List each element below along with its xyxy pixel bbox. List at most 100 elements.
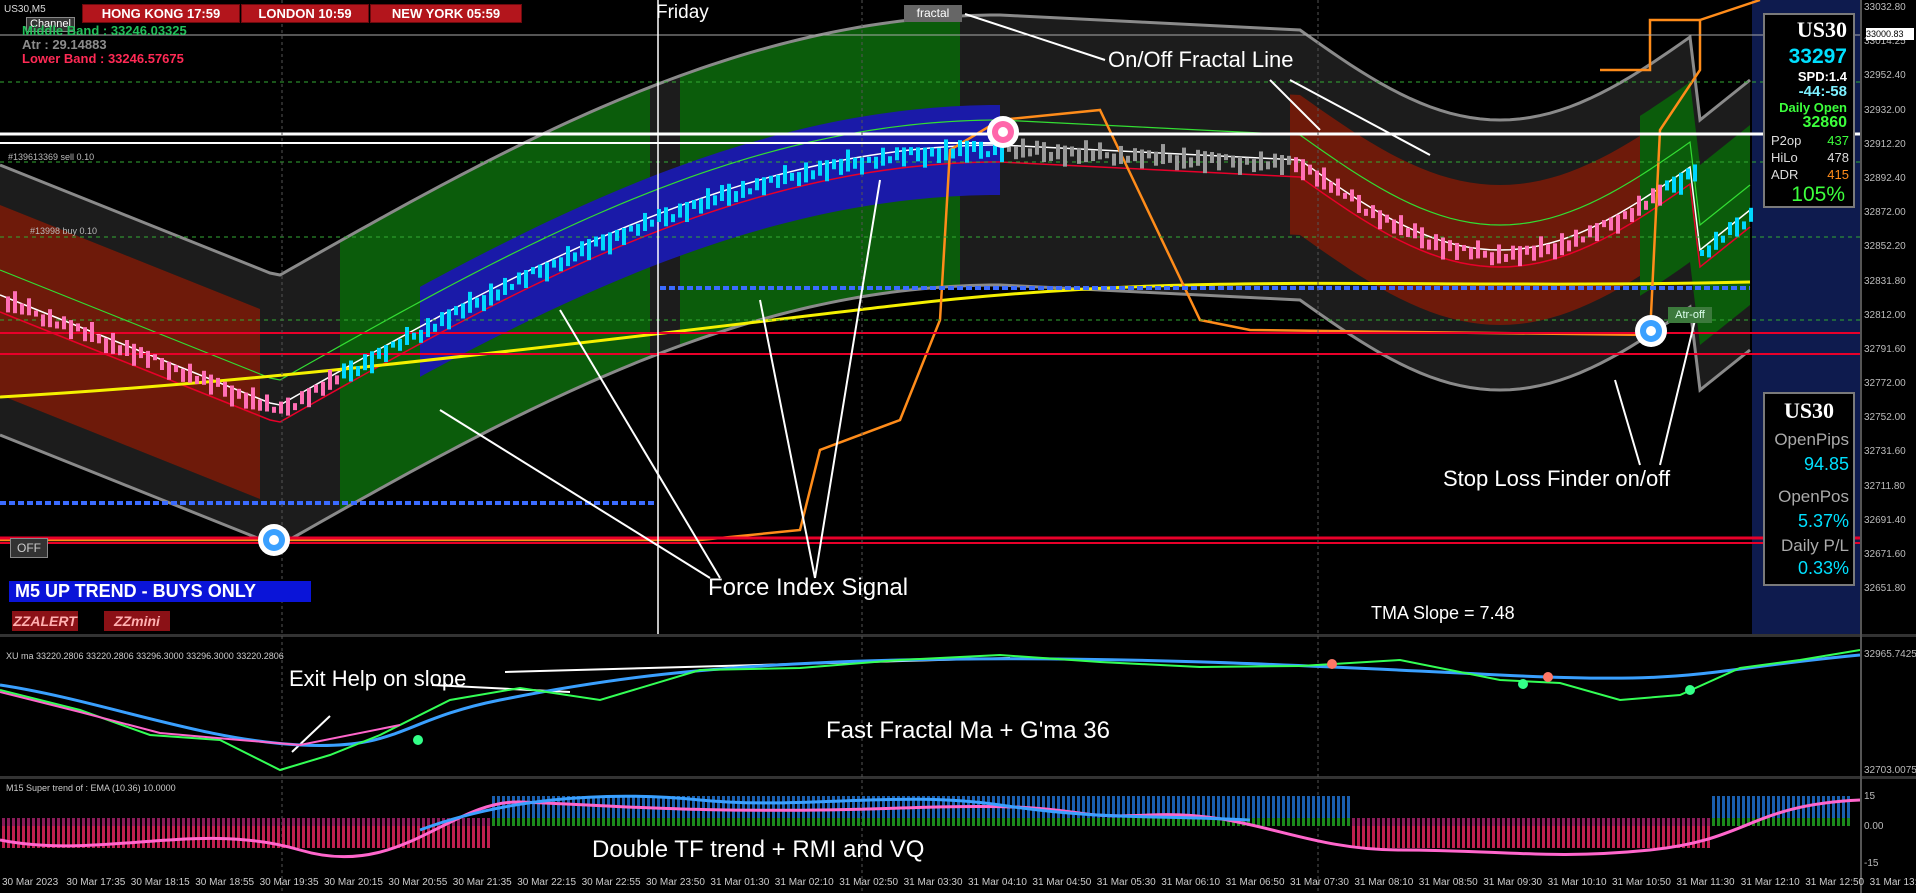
candle xyxy=(314,384,318,393)
trend-histogram-bar xyxy=(307,818,310,826)
trend-histogram-bar xyxy=(812,796,815,818)
trend-histogram-bar xyxy=(32,818,35,826)
trend-histogram-bar xyxy=(1357,818,1360,826)
trend-histogram-bar xyxy=(1337,796,1340,818)
trend-histogram-bar xyxy=(862,818,865,826)
price-chart[interactable] xyxy=(0,0,1916,893)
candle xyxy=(1126,155,1130,163)
tma-slope-text: TMA Slope = 7.48 xyxy=(1371,603,1515,623)
trend-histogram-bar xyxy=(1587,826,1590,848)
fractal-button[interactable]: fractal xyxy=(904,5,962,22)
chart-window[interactable] xyxy=(0,0,1916,893)
candle xyxy=(265,394,269,412)
trend-histogram-bar xyxy=(317,826,320,848)
trend-histogram-bar xyxy=(1802,818,1805,826)
trend-histogram-bar xyxy=(987,818,990,826)
trend-histogram-bar xyxy=(1682,818,1685,826)
panel-daily-open: 32860 xyxy=(1802,114,1848,131)
trend-histogram-bar xyxy=(1032,818,1035,826)
trend-histogram-bar xyxy=(142,826,145,848)
candle xyxy=(685,202,689,223)
trend-histogram-bar xyxy=(87,818,90,826)
trend-histogram-bar xyxy=(957,818,960,826)
candle xyxy=(1665,180,1669,191)
trend-histogram-bar xyxy=(147,826,150,848)
trend-histogram-bar xyxy=(1422,818,1425,826)
candle xyxy=(1035,140,1039,155)
candle xyxy=(1630,208,1634,223)
trend-histogram-bar xyxy=(237,826,240,848)
candle xyxy=(1224,154,1228,161)
trend-histogram-bar xyxy=(857,818,860,826)
time-axis-label: 31 Mar 02:50 xyxy=(839,877,899,888)
trend-histogram-bar xyxy=(762,796,765,818)
off-button[interactable]: OFF xyxy=(10,538,48,558)
trend-histogram-bar xyxy=(772,818,775,826)
trend-histogram-bar xyxy=(1132,818,1135,826)
trend-histogram-bar xyxy=(472,818,475,826)
trend-histogram-bar xyxy=(297,818,300,826)
candle xyxy=(1343,192,1347,199)
trend-histogram-bar xyxy=(497,818,500,826)
trend-histogram-bar xyxy=(252,826,255,848)
trend-histogram-bar xyxy=(1297,796,1300,818)
trend-histogram-bar xyxy=(1512,818,1515,826)
candle xyxy=(1518,246,1522,267)
atr-off-button[interactable]: Atr-off xyxy=(1668,307,1712,323)
trend-histogram-bar xyxy=(1472,818,1475,826)
trend-histogram-bar xyxy=(1667,818,1670,826)
trend-histogram-bar xyxy=(1052,796,1055,818)
trend-histogram-bar xyxy=(1372,826,1375,848)
candle xyxy=(1651,188,1655,204)
trend-histogram-bar xyxy=(587,818,590,826)
zzmini-button[interactable]: ZZmini xyxy=(104,611,170,631)
trend-histogram-bar xyxy=(1622,818,1625,826)
time-axis-label: 31 Mar 09:30 xyxy=(1483,877,1543,888)
trend-histogram-bar xyxy=(842,796,845,818)
trend-histogram-bar xyxy=(1597,826,1600,848)
candle xyxy=(489,283,493,306)
trend-histogram-bar xyxy=(1377,826,1380,848)
trend-histogram-bar xyxy=(1107,818,1110,826)
trend-histogram-bar xyxy=(237,818,240,826)
candle xyxy=(188,363,192,383)
trend-histogram-bar xyxy=(382,826,385,848)
price-axis-label: 32852.20 xyxy=(1864,241,1906,252)
trend-histogram-bar xyxy=(1402,826,1405,848)
candle xyxy=(426,318,430,338)
trend-histogram-bar xyxy=(1807,818,1810,826)
panel-row-value: 415 xyxy=(1827,167,1849,182)
candle xyxy=(1560,233,1564,256)
price-axis-label: 32932.00 xyxy=(1864,105,1906,116)
trend-histogram-bar xyxy=(697,818,700,826)
trend-histogram-bar xyxy=(1267,818,1270,826)
zzalert-button[interactable]: ZZALERT xyxy=(12,611,78,631)
trend-histogram-bar xyxy=(342,826,345,848)
trend-histogram-bar xyxy=(1672,826,1675,848)
trend-histogram-bar xyxy=(212,818,215,826)
trend-histogram-bar xyxy=(722,796,725,818)
candle xyxy=(580,241,584,257)
candle xyxy=(76,323,80,332)
candle xyxy=(986,151,990,158)
candle xyxy=(1623,211,1627,220)
candle xyxy=(55,321,59,329)
trend-histogram-bar xyxy=(837,818,840,826)
trend-histogram-bar xyxy=(1432,818,1435,826)
candle xyxy=(496,289,500,301)
trend-histogram-bar xyxy=(557,818,560,826)
double-tf-annotation: Double TF trend + RMI and VQ xyxy=(592,836,925,863)
panel-percent: 105% xyxy=(1791,183,1845,206)
trend-histogram-bar xyxy=(1232,796,1235,818)
trend-histogram-bar xyxy=(1427,818,1430,826)
trend-histogram-bar xyxy=(302,818,305,826)
trend-histogram-bar xyxy=(1462,826,1465,848)
trend-histogram-bar xyxy=(777,818,780,826)
panel-timer: -44:-58 xyxy=(1798,83,1847,100)
trend-histogram-bar xyxy=(1062,818,1065,826)
trend-histogram-bar xyxy=(627,818,630,826)
trend-histogram-bar xyxy=(482,826,485,848)
trend-histogram-bar xyxy=(1447,826,1450,848)
candle xyxy=(902,147,906,167)
trend-histogram-bar xyxy=(192,818,195,826)
